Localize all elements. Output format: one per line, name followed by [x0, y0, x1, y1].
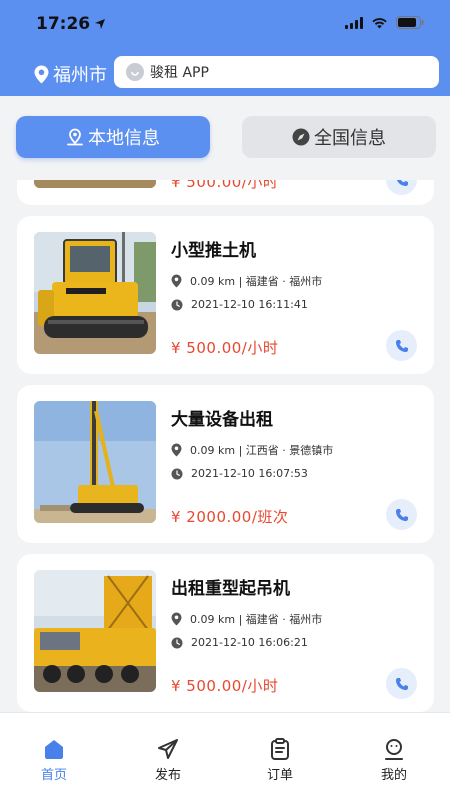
bottom-tab-bar: 首页 发布 订单 我的 [0, 712, 450, 800]
app-logo-icon [126, 63, 144, 81]
listing-card[interactable]: 小型推土机 0.09 km | 福建省 · 福州市 2021-12-10 16:… [17, 216, 434, 374]
listing-location-row: 0.09 km | 福建省 · 福州市 [171, 273, 322, 289]
tab-local-label: 本地信息 [88, 128, 160, 149]
app-header: 17:26 福州市 骏租 APP [0, 0, 450, 96]
tab-home-label: 首页 [40, 768, 67, 783]
listing-title: 出租重型起吊机 [171, 579, 290, 599]
map-pin-icon [171, 274, 182, 288]
listing-distance: 0.09 km [190, 444, 236, 457]
listing-image-crane [34, 570, 156, 692]
wifi-icon [372, 17, 387, 28]
phone-icon [395, 677, 408, 690]
tab-national-info[interactable]: 全国信息 [242, 116, 436, 158]
listing-location-row: 0.09 km | 江西省 · 景德镇市 [171, 442, 333, 458]
compass-icon [292, 128, 310, 146]
tab-home[interactable]: 首页 [24, 737, 84, 783]
home-icon [45, 740, 63, 759]
map-pin-icon [34, 65, 49, 83]
info-tabs: 本地信息 全国信息 [0, 96, 450, 180]
clock-icon [171, 468, 183, 479]
listing-title: 小型推土机 [171, 241, 256, 261]
listing-time: 2021-12-10 16:07:53 [191, 467, 308, 480]
listing-time: 2021-12-10 16:06:21 [191, 636, 308, 649]
city-name: 福州市 [53, 65, 107, 86]
listing-card[interactable]: 出租重型起吊机 0.09 km | 福建省 · 福州市 2021-12-10 1… [17, 554, 434, 712]
tab-profile[interactable]: 我的 [364, 737, 424, 783]
clock-icon [171, 299, 183, 310]
listing-image [34, 180, 156, 188]
search-bar[interactable]: 骏租 APP [114, 56, 439, 88]
tab-local-info[interactable]: 本地信息 [16, 116, 210, 158]
listing-image-bulldozer [34, 232, 156, 354]
send-icon [158, 739, 178, 759]
tab-national-label: 全国信息 [314, 128, 386, 149]
call-button[interactable] [386, 180, 417, 195]
tab-profile-label: 我的 [380, 768, 407, 783]
listing-price: ¥ 500.00/小时 [171, 339, 279, 357]
listing-time-row: 2021-12-10 16:11:41 [171, 298, 308, 311]
listing-location-row: 0.09 km | 福建省 · 福州市 [171, 611, 322, 627]
listing-price: ¥ 2000.00/班次 [171, 508, 289, 526]
listing-price: ¥ 500.00/小时 [171, 677, 279, 695]
battery-icon [396, 16, 424, 29]
listing-card[interactable]: 大量设备出租 0.09 km | 江西省 · 景德镇市 2021-12-10 1… [17, 385, 434, 543]
listing-time-row: 2021-12-10 16:06:21 [171, 636, 308, 649]
listing-list[interactable]: ¥ 500.00/小时 小型推土机 0.09 km | 福建省 · 福州市 20… [0, 180, 450, 712]
status-indicators [345, 16, 424, 29]
listing-distance: 0.09 km [190, 275, 236, 288]
status-bar: 17:26 [0, 0, 450, 48]
listing-time: 2021-12-10 16:11:41 [191, 298, 308, 311]
map-pin-icon [171, 612, 182, 626]
phone-icon [396, 180, 408, 186]
listing-image-drilling-rig [34, 401, 156, 523]
map-pin-icon [171, 443, 182, 457]
status-time-text: 17:26 [36, 14, 91, 34]
location-arrow-icon [95, 19, 106, 29]
phone-icon [395, 508, 408, 521]
call-button[interactable] [386, 668, 417, 699]
listing-card-partial[interactable]: ¥ 500.00/小时 [17, 180, 434, 205]
listing-distance: 0.09 km [190, 613, 236, 626]
search-text: 骏租 APP [150, 65, 209, 81]
listing-time-row: 2021-12-10 16:07:53 [171, 467, 308, 480]
tab-publish-label: 发布 [154, 768, 181, 783]
call-button[interactable] [386, 499, 417, 530]
clipboard-icon [271, 738, 289, 760]
cellular-signal-icon [345, 16, 363, 29]
user-icon [385, 739, 403, 760]
listing-title: 大量设备出租 [171, 410, 273, 430]
tab-orders-label: 订单 [266, 768, 293, 783]
phone-icon [395, 339, 408, 352]
listing-location: 江西省 · 景德镇市 [245, 444, 334, 457]
clock-icon [171, 637, 183, 648]
tab-publish[interactable]: 发布 [138, 737, 198, 783]
listing-price: ¥ 500.00/小时 [171, 180, 279, 191]
status-time: 17:26 [36, 14, 106, 34]
listing-location: 福建省 · 福州市 [245, 613, 323, 626]
city-selector[interactable]: 福州市 [34, 61, 107, 87]
listing-location: 福建省 · 福州市 [245, 275, 323, 288]
tab-orders[interactable]: 订单 [250, 737, 310, 783]
person-pin-icon [67, 128, 83, 146]
call-button[interactable] [386, 330, 417, 361]
